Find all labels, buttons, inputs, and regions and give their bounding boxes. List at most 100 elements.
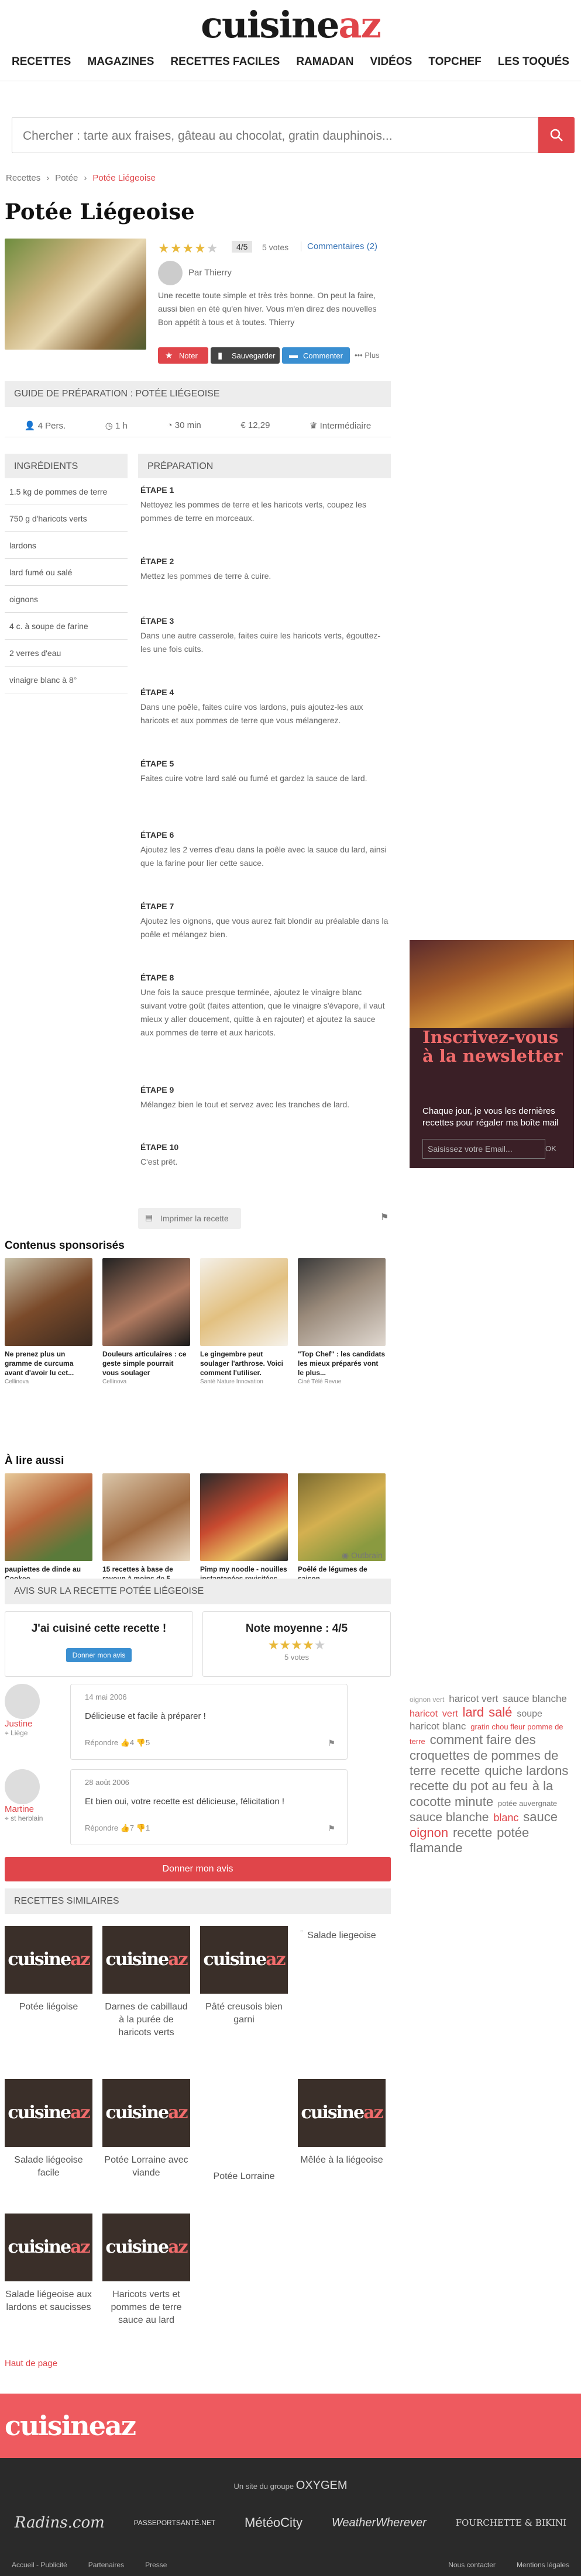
- tag-link[interactable]: recette: [441, 1763, 480, 1778]
- euro-icon: €: [240, 420, 246, 430]
- thumbs-up-icon[interactable]: 👍: [121, 1824, 130, 1832]
- similar-recipe[interactable]: cuisineaz Salade liégeoise aux lardons et…: [5, 2214, 92, 2314]
- similar-recipe[interactable]: cuisineaz Potée Lorraine avec viande: [102, 2079, 190, 2180]
- brand-radins[interactable]: Radins.com: [15, 2514, 105, 2532]
- step: ÉTAPE 4 Dans une poêle, faites cuire vos …: [140, 688, 389, 727]
- author-name[interactable]: Par Thierry: [188, 268, 232, 278]
- brand-weatherwherever[interactable]: WeatherWherever: [332, 2516, 427, 2530]
- footer-link[interactable]: Presse: [145, 2561, 167, 2569]
- footer-link[interactable]: Nous contacter: [448, 2561, 496, 2569]
- footer-link[interactable]: Mentions légales: [517, 2561, 569, 2569]
- breadcrumb-recettes[interactable]: Recettes: [6, 173, 40, 183]
- tag-link[interactable]: quiche lardons: [484, 1763, 568, 1778]
- footer-link[interactable]: Partenaires: [88, 2561, 124, 2569]
- similar-recipe[interactable]: cuisineaz Potée liégoise: [5, 1926, 92, 2014]
- tag-link[interactable]: vert: [442, 1709, 458, 1719]
- flag-icon[interactable]: ⚑: [328, 1824, 335, 1833]
- tag-link[interactable]: haricot vert: [449, 1693, 498, 1704]
- article-card[interactable]: Pimp my noodle - nouilles instantanées r…: [200, 1473, 288, 1583]
- comment-name[interactable]: Justine: [5, 1719, 40, 1729]
- nav-videos[interactable]: VIDÉOS: [370, 50, 412, 74]
- brand-meteocity[interactable]: MétéoCity: [245, 2515, 302, 2530]
- step: ÉTAPE 7 Ajoutez les oignons, que vous aur…: [140, 902, 389, 941]
- tag-link[interactable]: recette: [453, 1825, 492, 1840]
- similar-recipe[interactable]: cuisineaz Mêlée à la liégeoise: [298, 2079, 386, 2167]
- newsletter-ok-button[interactable]: OK: [545, 1139, 563, 1159]
- similar-title: Darnes de cabillaud à la purée de harico…: [105, 2002, 188, 2038]
- reply-link[interactable]: Répondre: [85, 1824, 118, 1832]
- print-button[interactable]: ▤ Imprimer la recette: [138, 1208, 241, 1229]
- brand-passeportsante[interactable]: PASSEPORTSANTÉ.NET: [134, 2519, 216, 2527]
- tag-link[interactable]: blanc: [493, 1812, 518, 1824]
- flag-icon[interactable]: ⚑: [380, 1211, 389, 1223]
- save-button[interactable]: ▮ Sauvegarder: [211, 347, 280, 364]
- tag-link[interactable]: sauce: [523, 1810, 558, 1824]
- tag-link[interactable]: oignon vert: [410, 1696, 444, 1704]
- thumbs-down-icon[interactable]: 👎: [136, 1738, 146, 1747]
- flag-icon[interactable]: ⚑: [328, 1738, 335, 1748]
- sponsored-card[interactable]: Douleurs articulaires : ce geste simple …: [102, 1258, 190, 1385]
- tag-link[interactable]: potée auvergnate: [498, 1799, 557, 1808]
- rating-stars[interactable]: ★★★★★: [158, 241, 219, 256]
- similar-recipe[interactable]: cuisineaz Pâté creusois bien garni: [200, 1926, 288, 2026]
- article-card[interactable]: paupiettes de dinde au Cookeo: [5, 1473, 92, 1583]
- breadcrumb-potee[interactable]: Potée: [55, 173, 78, 183]
- newsletter-email-input[interactable]: Saisissez votre Email...: [422, 1139, 545, 1159]
- tag-link[interactable]: sauce blanche: [410, 1811, 489, 1824]
- cost: € 12,29: [240, 420, 270, 430]
- nav-topchef[interactable]: TOPCHEF: [428, 50, 481, 74]
- tag-link[interactable]: flamande: [410, 1841, 463, 1855]
- similar-recipe[interactable]: cuisineaz Salade liégeoise facile: [5, 2079, 92, 2180]
- thumbs-down-icon[interactable]: 👎: [136, 1824, 146, 1832]
- more-button[interactable]: ••• Plus: [355, 351, 380, 360]
- guide-header: GUIDE DE PRÉPARATION : POTÉE LIÉGEOISE: [5, 381, 391, 407]
- comment-button[interactable]: ▬ Commenter: [282, 347, 350, 364]
- tag-link[interactable]: haricot blanc: [410, 1721, 466, 1732]
- nav-recettes[interactable]: RECETTES: [12, 50, 71, 74]
- site-logo[interactable]: cuisineaz: [0, 4, 581, 46]
- step: ÉTAPE 2 Mettez les pommes de terre à cuir…: [140, 557, 389, 583]
- tag-link[interactable]: salé: [489, 1705, 512, 1719]
- step: ÉTAPE 6 Ajoutez les 2 verres d'eau dans l…: [140, 830, 389, 870]
- nav-recettes-faciles[interactable]: RECETTES FACILES: [170, 50, 280, 74]
- comments-link[interactable]: Commentaires (2): [301, 241, 377, 251]
- tag-link[interactable]: potée: [497, 1825, 529, 1840]
- footer-link[interactable]: Accueil - Publicité: [12, 2561, 67, 2569]
- tag-link[interactable]: lard: [462, 1705, 484, 1719]
- reply-link[interactable]: Répondre: [85, 1738, 118, 1747]
- search-input[interactable]: Chercher : tarte aux fraises, gâteau au …: [12, 117, 538, 153]
- oxygem-logo[interactable]: OXYGEM: [296, 2479, 348, 2492]
- nav-les-toques[interactable]: LES TOQUÉS: [498, 50, 569, 74]
- give-review-button[interactable]: Donner mon avis: [66, 1648, 132, 1662]
- article-card[interactable]: Poêlé de légumes de saison: [298, 1473, 386, 1583]
- article-card[interactable]: 15 recettes à base de rayoun à moins de …: [102, 1473, 190, 1593]
- step-text: Dans une autre casserole, faites cuire l…: [140, 631, 381, 654]
- footer-logo[interactable]: cuisineaz: [5, 2410, 136, 2442]
- search-button[interactable]: [538, 117, 575, 153]
- similar-recipe[interactable]: ▫ Salade liegeoise: [298, 1926, 386, 1942]
- similar-recipe[interactable]: cuisineaz Darnes de cabillaud à la purée …: [102, 1926, 190, 2039]
- step: ÉTAPE 3 Dans une autre casserole, faites …: [140, 616, 389, 656]
- ingredient-list: 1.5 kg de pommes de terre 750 g d'harico…: [5, 478, 128, 693]
- reviews-header: AVIS SUR LA RECETTE POTÉE LIÉGEOISE: [5, 1579, 391, 1604]
- brand-fourchette-bikini[interactable]: FOURCHETTE & BIKINI: [456, 2518, 566, 2528]
- outbrain-logo[interactable]: ◉ Outbrain: [342, 1551, 383, 1560]
- sponsored-card[interactable]: Ne prenez plus un gramme de curcuma avan…: [5, 1258, 92, 1385]
- sponsored-card[interactable]: Le gingembre peut soulager l'arthrose. V…: [200, 1258, 288, 1385]
- nav-ramadan[interactable]: RAMADAN: [296, 50, 353, 74]
- thumbs-up-icon[interactable]: 👍: [121, 1738, 130, 1747]
- tag-link[interactable]: soupe: [517, 1709, 542, 1719]
- noter-button[interactable]: ★ Noter: [158, 347, 208, 364]
- similar-recipe[interactable]: cuisineaz Haricots verts et pommes de ter…: [102, 2214, 190, 2327]
- nav-magazines[interactable]: MAGAZINES: [87, 50, 154, 74]
- comment-name[interactable]: Martine: [5, 1804, 43, 1814]
- similar-recipe[interactable]: Potée Lorraine: [200, 2163, 288, 2183]
- tag-link[interactable]: haricot: [410, 1709, 438, 1719]
- sponsored-card[interactable]: "Top Chef" : les candidats les mieux pré…: [298, 1258, 386, 1385]
- back-to-top-link[interactable]: Haut de page: [5, 2359, 57, 2368]
- tag-link[interactable]: sauce blanche: [503, 1693, 567, 1704]
- give-review-button[interactable]: Donner mon avis: [5, 1857, 391, 1881]
- brand-logo: cuisineaz: [203, 1949, 286, 1970]
- tag-link[interactable]: recette du pot au feu: [410, 1779, 528, 1793]
- tag-link[interactable]: oignon: [410, 1825, 448, 1840]
